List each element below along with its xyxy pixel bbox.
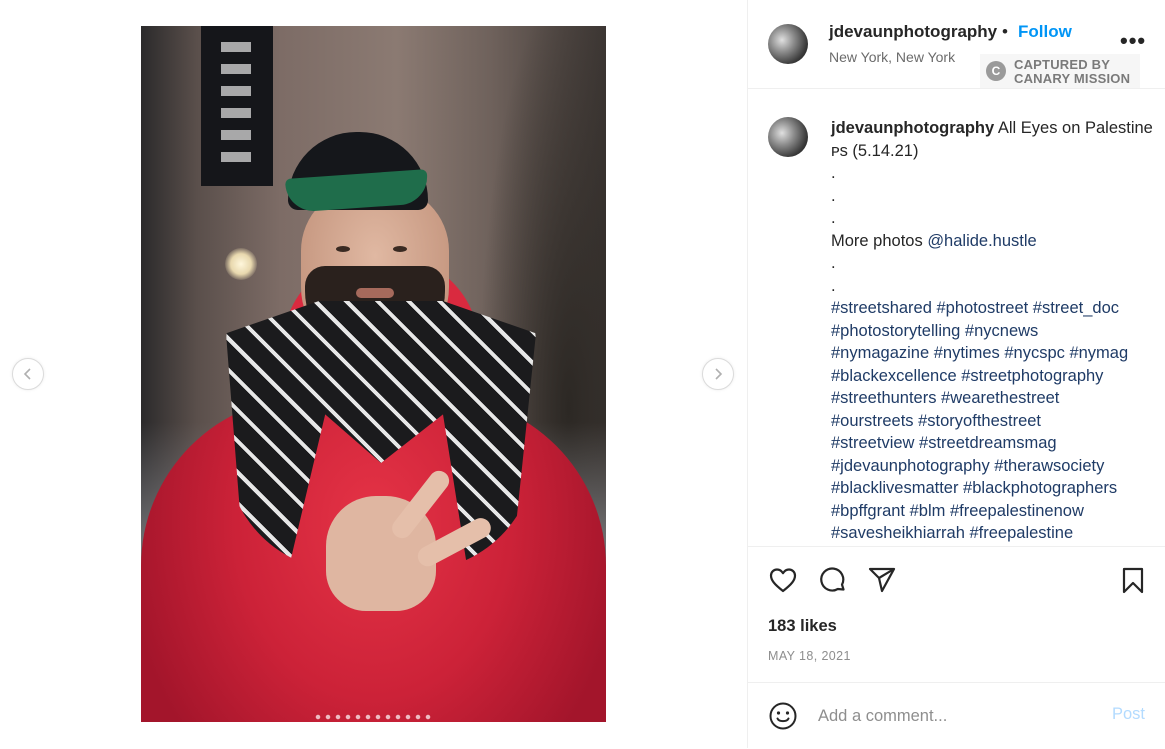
bookmark-icon[interactable] — [1118, 565, 1148, 595]
caption-title-line: jdevaunphotography All Eyes on Palestine… — [831, 117, 1156, 162]
media-pane — [0, 0, 747, 748]
chevron-left-icon — [23, 368, 31, 380]
chevron-right-icon — [715, 368, 723, 380]
hashtag-line[interactable]: #ourstreets #storyofthestreet — [831, 410, 1156, 433]
background-sign — [201, 26, 273, 186]
mention-link[interactable]: @halide.hustle — [927, 232, 1036, 250]
comment-icon[interactable] — [818, 565, 848, 595]
hashtag-line[interactable]: #blackexcellence #streetphotography — [831, 365, 1156, 388]
heart-icon[interactable] — [768, 565, 798, 595]
post-location[interactable]: New York, New York — [829, 49, 955, 65]
watermark-line1: CAPTURED BY — [1014, 57, 1111, 72]
caption-dot: . — [831, 164, 836, 182]
caption-username[interactable]: jdevaunphotography — [831, 119, 994, 137]
caption-section: jdevaunphotography All Eyes on Palestine… — [748, 89, 1165, 545]
watermark-line2: CANARY MISSION — [1014, 71, 1131, 86]
hashtag-line[interactable]: #savesheikhiarrah #freepalestine — [831, 522, 1156, 545]
caption-dot: . — [831, 276, 836, 295]
likes-count[interactable]: 183 likes — [768, 617, 837, 636]
post-header: jdevaunphotography • Follow New York, Ne… — [748, 0, 1165, 89]
hashtag-line[interactable]: #streetview #streetdreamsmag — [831, 432, 1156, 455]
caption-body: jdevaunphotography All Eyes on Palestine… — [831, 117, 1156, 545]
more-options-button[interactable]: ••• — [1120, 28, 1146, 54]
caption-dot: . — [831, 254, 836, 272]
hashtag-line[interactable]: #jdevaunphotography #therawsociety — [831, 455, 1156, 478]
emoji-icon[interactable] — [768, 701, 798, 731]
author-avatar[interactable] — [768, 24, 808, 64]
hashtag-line[interactable]: #blacklivesmatter #blackphotographers — [831, 477, 1156, 500]
comment-input[interactable] — [818, 703, 1088, 729]
subject-eye-right — [393, 246, 407, 252]
watermark-logo-icon: C — [986, 61, 1006, 81]
comment-bar: Post — [748, 682, 1165, 749]
share-icon[interactable] — [867, 565, 897, 595]
caption-dot: . — [831, 186, 836, 205]
caption-author-avatar[interactable] — [768, 117, 808, 157]
more-photos-text: More photos — [831, 231, 928, 250]
hashtag-line[interactable]: #bpffgrant #blm #freepalestinenow — [831, 500, 1156, 523]
author-username[interactable]: jdevaunphotography — [829, 22, 997, 42]
post-comment-button[interactable]: Post — [1112, 705, 1145, 724]
actions-section: 183 likes MAY 18, 2021 — [748, 546, 1165, 681]
subject-mouth — [356, 288, 394, 298]
hashtag-line[interactable]: #streethunters #wearethestreet — [831, 387, 1156, 410]
background-light — [225, 248, 257, 280]
caption-more-photos: More photos @halide.hustle — [831, 230, 1156, 253]
subject-eye-left — [336, 246, 350, 252]
follow-button[interactable]: Follow — [1018, 22, 1072, 42]
hashtag-line[interactable]: #nymagazine #nytimes #nycspc #nymag — [831, 342, 1156, 365]
hashtag-line[interactable]: #photostorytelling #nycnews — [831, 320, 1156, 343]
header-separator: • — [1002, 22, 1008, 41]
hashtag-line[interactable]: #streetshared #photostreet #street_doc — [831, 297, 1156, 320]
watermark-text: CAPTURED BY CANARY MISSION — [1014, 58, 1130, 86]
caption-dot: . — [831, 209, 836, 227]
previous-photo-button[interactable] — [12, 358, 44, 390]
next-photo-button[interactable] — [702, 358, 734, 390]
watermark: C CAPTURED BY CANARY MISSION — [980, 54, 1140, 88]
carousel-dots — [313, 714, 435, 720]
post-details-pane: jdevaunphotography • Follow New York, Ne… — [747, 0, 1165, 748]
post-date[interactable]: MAY 18, 2021 — [768, 649, 851, 663]
post-photo — [141, 26, 606, 722]
